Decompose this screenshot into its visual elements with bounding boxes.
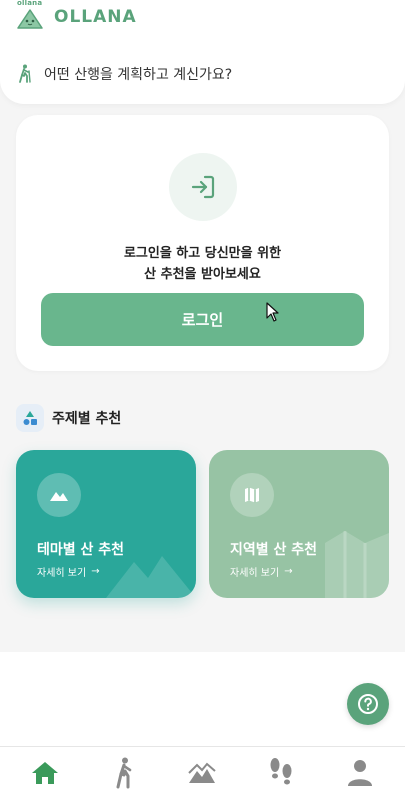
nav-home[interactable] (20, 751, 70, 795)
content-footer-area (0, 652, 405, 746)
login-message: 로그인을 하고 당신만을 위한 산 추천을 받아보세요 (16, 243, 389, 285)
nav-footprints[interactable] (256, 751, 306, 795)
theme-card-link-text: 자세히 보기 (37, 568, 87, 579)
home-icon (32, 761, 59, 784)
mountain-icon (37, 473, 81, 517)
mouse-cursor-icon (266, 302, 279, 322)
login-message-line2: 산 추천을 받아보세요 (144, 267, 261, 282)
login-icon (191, 175, 215, 199)
logo-mark: ollana (16, 0, 44, 30)
map-deco (325, 531, 389, 598)
header: ollana OLLANA 어떤 산행을 계획하고 계신가요? (0, 0, 405, 104)
plan-prompt-text: 어떤 산행을 계획하고 계신가요? (44, 67, 233, 83)
arrow-right-icon: → (91, 566, 100, 577)
login-card: 로그인을 하고 당신만을 위한 산 추천을 받아보세요 로그인 (16, 115, 389, 371)
region-card-link-text: 자세히 보기 (230, 568, 280, 579)
theme-recommend-title: 주제별 추천 (52, 411, 122, 427)
shapes-icon (16, 404, 44, 432)
logo-mountain-icon (17, 9, 43, 29)
profile-icon (347, 759, 372, 786)
region-mountain-card[interactable]: 지역별 산 추천 자세히 보기 → (209, 450, 389, 598)
logo-text: OLLANA (54, 7, 137, 27)
region-card-title: 지역별 산 추천 (230, 542, 318, 558)
login-icon-circle (169, 153, 237, 221)
walker-icon (116, 757, 132, 788)
nav-mountain[interactable] (177, 751, 227, 795)
theme-card-link[interactable]: 자세히 보기 → (37, 564, 100, 579)
nav-hiking[interactable] (99, 751, 149, 795)
theme-recommend-header: 주제별 추천 (16, 404, 121, 432)
region-card-link[interactable]: 자세히 보기 → (230, 564, 293, 579)
mountain-trend-icon (188, 762, 217, 783)
hiker-icon (19, 64, 31, 83)
nav-profile[interactable] (335, 751, 385, 795)
theme-card-title: 테마별 산 추천 (37, 542, 125, 558)
login-button[interactable]: 로그인 (41, 293, 364, 346)
plan-prompt[interactable]: 어떤 산행을 계획하고 계신가요? (16, 64, 232, 84)
arrow-right-icon: → (284, 566, 293, 577)
help-icon (358, 694, 378, 714)
logo[interactable]: ollana OLLANA (16, 0, 137, 30)
help-button[interactable] (347, 683, 389, 725)
bottom-nav (0, 746, 405, 798)
map-icon (230, 473, 274, 517)
login-message-line1: 로그인을 하고 당신만을 위한 (123, 246, 282, 261)
theme-mountain-card[interactable]: 테마별 산 추천 자세히 보기 → (16, 450, 196, 598)
footprints-icon (270, 757, 292, 784)
logo-small-text: ollana (17, 0, 43, 7)
